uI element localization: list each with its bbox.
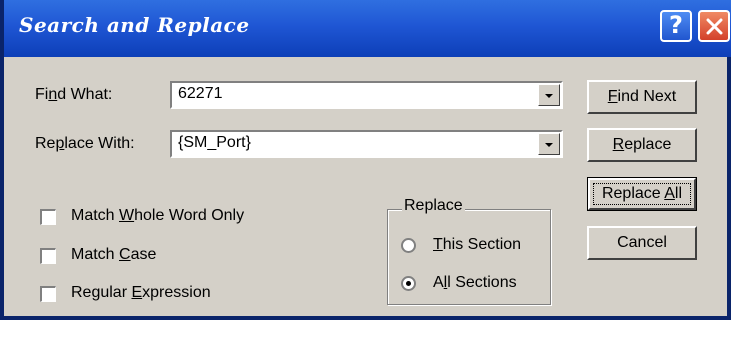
replace-all-label: Replace All: [601, 185, 683, 202]
replace-with-label: Replace With:: [35, 135, 135, 152]
title-bar[interactable]: Search and Replace ?: [4, 0, 731, 57]
all-sections-radio[interactable]: [401, 276, 416, 291]
find-what-label: Find What:: [35, 86, 113, 103]
regular-expression-label[interactable]: Regular Expression: [71, 284, 211, 302]
replace-with-combo[interactable]: {SM_Port}: [170, 130, 563, 158]
find-next-button[interactable]: Find Next: [587, 80, 697, 114]
match-case-label[interactable]: Match Case: [71, 246, 156, 264]
help-icon[interactable]: ?: [660, 10, 692, 42]
cancel-button[interactable]: Cancel: [587, 226, 697, 260]
match-case-checkbox[interactable]: [40, 248, 56, 264]
all-sections-label[interactable]: All Sections: [433, 274, 517, 292]
find-dropdown-chevron-down-icon[interactable]: [538, 84, 560, 106]
replace-button[interactable]: Replace: [587, 128, 697, 162]
search-replace-dialog: Search and Replace ? Find What: 62271 Re…: [0, 0, 731, 320]
replace-all-button[interactable]: Replace All: [587, 177, 697, 211]
replace-scope-title: Replace: [402, 197, 465, 215]
match-whole-word-label[interactable]: Match Whole Word Only: [71, 207, 244, 225]
radio-selected-dot: [406, 281, 411, 286]
match-whole-word-checkbox[interactable]: [40, 209, 56, 225]
close-icon[interactable]: [698, 10, 730, 42]
find-what-combo[interactable]: 62271: [170, 81, 563, 109]
replace-with-value[interactable]: {SM_Port}: [178, 134, 251, 152]
find-what-value[interactable]: 62271: [178, 85, 223, 103]
this-section-label[interactable]: This Section: [433, 236, 521, 254]
window-title: Search and Replace: [19, 13, 250, 37]
replace-dropdown-chevron-down-icon[interactable]: [538, 133, 560, 155]
regular-expression-checkbox[interactable]: [40, 286, 56, 302]
this-section-radio[interactable]: [401, 238, 416, 253]
